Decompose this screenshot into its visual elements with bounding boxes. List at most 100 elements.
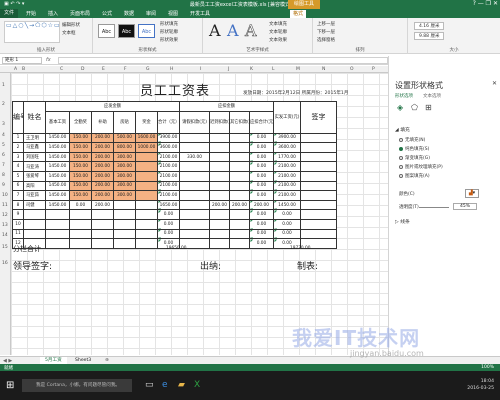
windows-start-icon[interactable]: ⊞	[6, 380, 14, 391]
row-14[interactable]: 14	[2, 233, 8, 238]
cell-no[interactable]: 5	[12, 170, 24, 182]
cell-net[interactable]: 3900.00	[273, 132, 301, 144]
row-9[interactable]: 9	[2, 183, 5, 188]
formula-input[interactable]	[58, 57, 388, 64]
selection-pane-button[interactable]: 选择窗格	[317, 37, 335, 43]
tab-format[interactable]: 格式	[290, 10, 307, 18]
excel-app-icon[interactable]: X	[194, 380, 200, 390]
cell-base[interactable]: 1450.00	[45, 151, 70, 163]
cell-ot[interactable]	[113, 238, 136, 249]
wordart-preset-1[interactable]: A	[209, 22, 221, 40]
payroll-title[interactable]: 员工工资表	[140, 80, 210, 99]
cell-total[interactable]: 2100.00	[157, 170, 180, 182]
header-payable[interactable]: 应发金额	[45, 101, 180, 112]
cell-ot[interactable]: 300.00	[113, 180, 136, 192]
cell-bonus[interactable]	[135, 190, 158, 201]
cell-total[interactable]: 2100.00	[157, 190, 180, 201]
cell-dt[interactable]: 0.00	[249, 209, 274, 220]
row-13[interactable]: 13	[2, 223, 8, 228]
cell-net[interactable]: 2100.00	[273, 161, 301, 172]
column-h[interactable]: H	[170, 67, 173, 72]
cell-ot[interactable]	[113, 209, 136, 220]
cell-other[interactable]	[229, 180, 250, 192]
cell-signature[interactable]	[300, 190, 337, 201]
shape-effects-button[interactable]: 形状效果	[160, 37, 178, 43]
shape-fill-button[interactable]: 形状填充	[160, 21, 178, 27]
fill-option-none[interactable]: 无填充(N)	[399, 137, 425, 143]
cell-full[interactable]: 150.00	[69, 151, 92, 163]
text-outline-button[interactable]: 文本轮廓	[269, 29, 287, 35]
cell-signature[interactable]	[300, 180, 337, 192]
cell-ot[interactable]	[113, 218, 136, 230]
cell-full[interactable]: 0.00	[69, 199, 92, 211]
cell-full[interactable]: 150.00	[69, 190, 92, 201]
cell-dt[interactable]: 0.00	[249, 238, 274, 249]
tab-page-layout[interactable]: 页面布局	[70, 10, 90, 17]
column-i[interactable]: I	[200, 67, 201, 72]
cell-dt[interactable]: 0.00	[249, 170, 274, 182]
cell-late[interactable]	[209, 218, 230, 230]
cell-no[interactable]: 11	[12, 228, 24, 240]
issue-date-info[interactable]: 发放日期：2015年2月12日 所属月份：2015年1月	[243, 90, 348, 96]
cell-net[interactable]: 1770.00	[273, 151, 301, 163]
cell-full[interactable]	[69, 218, 92, 230]
cell-bonus[interactable]	[135, 199, 158, 211]
cell-base[interactable]	[45, 218, 70, 230]
fill-section-header[interactable]: ◢ 填充	[395, 126, 410, 133]
cell-base[interactable]	[45, 238, 70, 249]
cell-dt[interactable]: 0.00	[249, 228, 274, 240]
cell-net[interactable]: 2100.00	[273, 170, 301, 182]
cell-dt[interactable]: 0.00	[249, 132, 274, 144]
header-bonus[interactable]: 奖金	[135, 110, 158, 134]
cell-signature[interactable]	[300, 132, 337, 144]
cell-bonus[interactable]	[135, 209, 158, 220]
header-signature[interactable]: 签字	[300, 101, 337, 134]
cell-base[interactable]: 1450.00	[45, 170, 70, 182]
cell-net[interactable]: 0.00	[273, 209, 301, 220]
cell-ot[interactable]: 300.00	[113, 190, 136, 201]
cell-other[interactable]	[229, 209, 250, 220]
cell-name[interactable]: 王卫明	[23, 132, 46, 144]
row-8[interactable]: 8	[2, 173, 5, 178]
cell-sub[interactable]	[91, 238, 114, 249]
zoom-level[interactable]: 100%	[481, 365, 494, 370]
header-name[interactable]: 姓名	[23, 101, 46, 134]
cell-base[interactable]: 1450.00	[45, 199, 70, 211]
column-a[interactable]: A	[14, 67, 17, 72]
column-g[interactable]: G	[146, 67, 150, 72]
cell-bonus[interactable]	[135, 228, 158, 240]
cell-late[interactable]	[209, 238, 230, 249]
cell-leave[interactable]	[179, 199, 210, 211]
cell-total[interactable]: 0.00	[157, 228, 180, 240]
cell-signature[interactable]	[300, 199, 337, 211]
cell-other[interactable]	[229, 142, 250, 153]
cell-sub[interactable]: 200.00	[91, 199, 114, 211]
header-deduct[interactable]: 应扣金额	[179, 101, 274, 112]
cell-ot[interactable]	[113, 199, 136, 211]
cell-leave[interactable]	[179, 170, 210, 182]
cell-net[interactable]: 3600.00	[273, 142, 301, 153]
cell-signature[interactable]	[300, 161, 337, 172]
tab-formulas[interactable]: 公式	[102, 10, 112, 17]
cell-name[interactable]: 高阳	[23, 180, 46, 192]
cell-sub[interactable]: 200.00	[91, 190, 114, 201]
cell-no[interactable]: 1	[12, 132, 24, 144]
fill-option-pattern[interactable]: 图案填充(A)	[399, 173, 430, 179]
cell-other[interactable]	[229, 132, 250, 144]
transparency-input[interactable]: 45%	[453, 203, 477, 210]
cell-total[interactable]: 2100.00	[157, 180, 180, 192]
cell-other[interactable]	[229, 238, 250, 249]
cell-full[interactable]	[69, 228, 92, 240]
cell-total[interactable]: 1650.00	[157, 199, 180, 211]
row-1[interactable]: 1	[2, 83, 5, 88]
row-2[interactable]: 2	[2, 102, 5, 107]
line-section-header[interactable]: ▷ 线条	[395, 218, 410, 225]
cell-total[interactable]: 2100.00	[157, 151, 180, 163]
cell-name[interactable]	[23, 218, 46, 230]
subtotal-total[interactable]: 19650.00	[166, 246, 187, 251]
cell-no[interactable]: 10	[12, 218, 24, 230]
cell-bonus[interactable]	[135, 170, 158, 182]
cell-ot[interactable]: 500.00	[113, 132, 136, 144]
cell-leave[interactable]	[179, 190, 210, 201]
cell-dt[interactable]: 0.00	[249, 190, 274, 201]
